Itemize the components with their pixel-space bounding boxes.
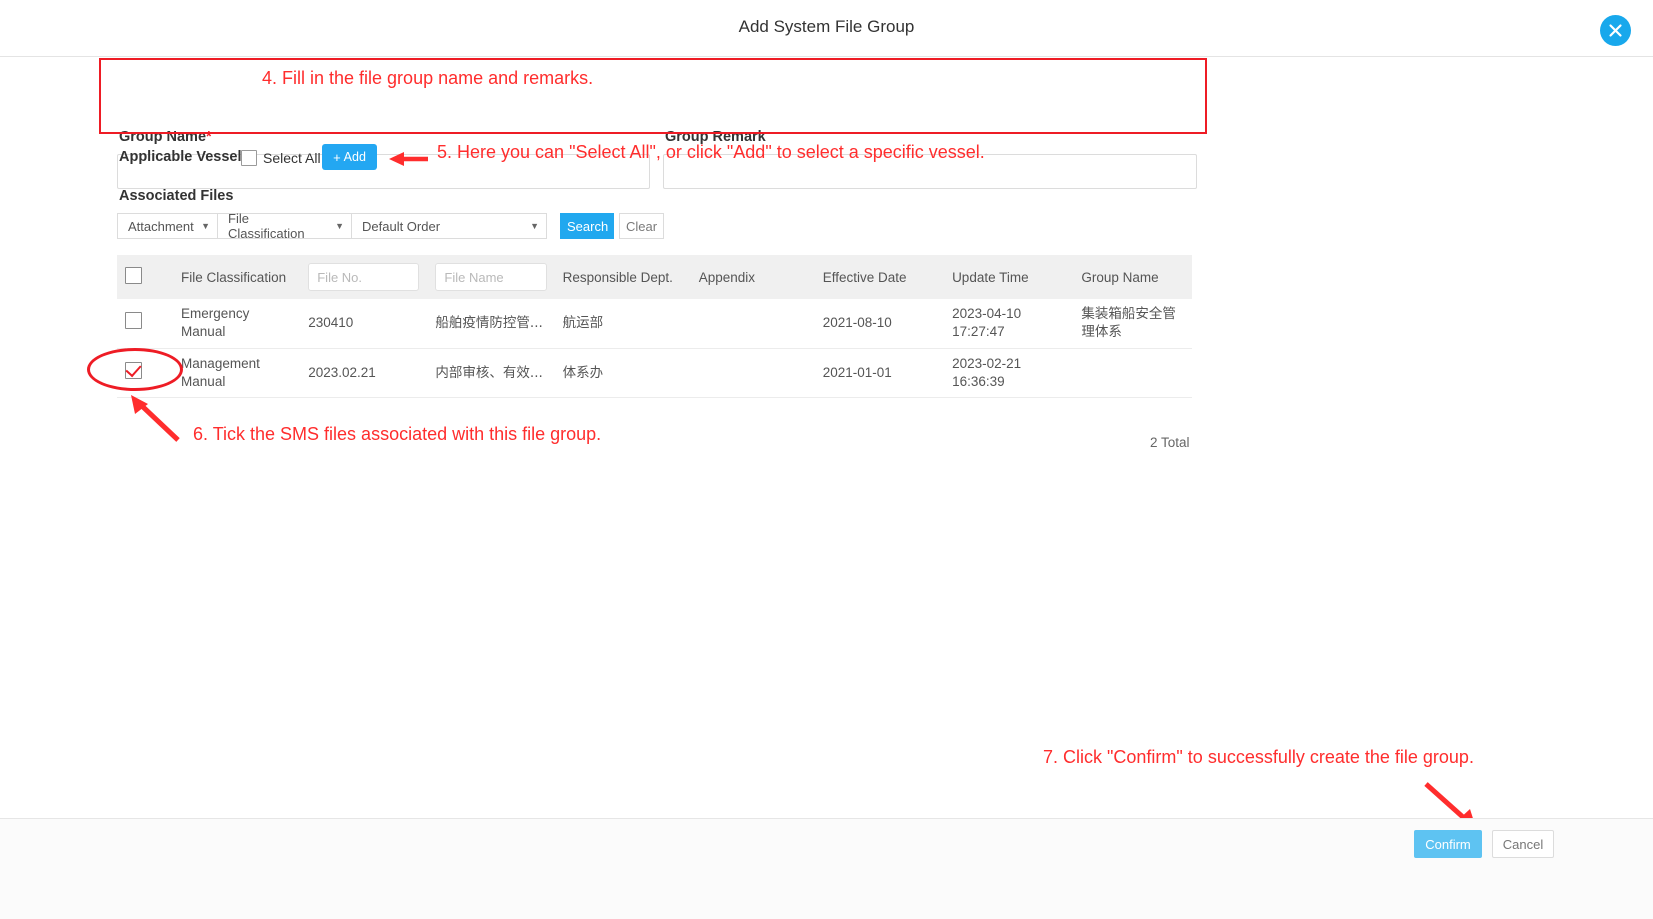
chevron-down-icon: ▼ xyxy=(201,221,210,231)
annotation-step-4: 4. Fill in the file group name and remar… xyxy=(262,68,594,88)
add-system-file-group-dialog: Add System File Group Group Name* Group … xyxy=(0,0,1653,919)
row-checkbox[interactable] xyxy=(125,312,142,330)
cell-group-name xyxy=(1073,348,1192,398)
table-row[interactable]: Management Manual 2023.02.21 内部审核、有效... … xyxy=(117,348,1192,398)
chevron-down-icon: ▼ xyxy=(335,221,344,231)
required-asterisk: * xyxy=(206,129,212,145)
cell-update-time: 2023-02-21 16:36:39 xyxy=(944,348,1074,398)
file-no-filter-input[interactable] xyxy=(308,263,420,291)
filters-bar: Attachment ▼ File Classification ▼ Defau… xyxy=(117,211,547,241)
filter-classification-value: File Classification xyxy=(228,211,305,241)
cell-file-no: 230410 xyxy=(300,299,428,349)
table-total-count: 2 Total xyxy=(1150,435,1190,450)
filter-classification-select[interactable]: File Classification ▼ xyxy=(217,211,352,241)
row-checkbox[interactable] xyxy=(125,361,142,379)
cell-appendix xyxy=(690,299,815,349)
header-effective-date: Effective Date xyxy=(814,255,945,299)
filter-attachment-select[interactable]: Attachment ▼ xyxy=(117,213,218,239)
cell-file-classification: Emergency Manual xyxy=(173,299,301,349)
cell-file-no: 2023.02.21 xyxy=(300,348,428,398)
cell-update-time: 2023-04-10 17:27:47 xyxy=(944,299,1074,349)
header-update-time: Update Time xyxy=(944,255,1074,299)
form-row: Group Name* Group Remark xyxy=(0,58,1653,189)
clear-button[interactable]: Clear xyxy=(619,213,664,239)
add-vessel-button[interactable]: + Add xyxy=(322,144,377,170)
table-header-row: File Classification Responsible Dept. Ap… xyxy=(117,255,1192,299)
header-appendix: Appendix xyxy=(690,255,815,299)
add-button-label: Add xyxy=(343,150,366,164)
table-header: File Classification Responsible Dept. Ap… xyxy=(117,255,1192,299)
cell-file-classification: Management Manual xyxy=(173,348,301,398)
cell-file-name: 船舶疫情防控管... xyxy=(427,299,555,349)
header-group-name: Group Name xyxy=(1073,255,1192,299)
group-name-label: Group Name* xyxy=(119,129,212,145)
applicable-vessels-row: Applicable Vessels Select All + Add 5. H… xyxy=(0,142,1653,176)
header-file-classification: File Classification xyxy=(173,255,301,299)
confirm-button[interactable]: Confirm xyxy=(1414,830,1482,858)
plus-icon: + xyxy=(333,149,341,165)
select-all-checkbox[interactable] xyxy=(241,150,257,166)
file-name-filter-input[interactable] xyxy=(435,263,547,291)
row-select-cell xyxy=(117,299,174,349)
table-body: Emergency Manual 230410 船舶疫情防控管... 航运部 2… xyxy=(117,299,1192,398)
annotation-step-5: 5. Here you can "Select All", or click "… xyxy=(437,142,985,162)
header-file-no-cell xyxy=(300,255,428,299)
row-select-cell xyxy=(117,348,174,398)
filter-order-value: Default Order xyxy=(362,218,441,234)
associated-files-title: Associated Files xyxy=(119,188,234,204)
group-name-label-text: Group Name xyxy=(119,129,207,145)
table-select-all-checkbox[interactable] xyxy=(125,267,142,284)
header-responsible-dept: Responsible Dept. xyxy=(554,255,691,299)
applicable-vessels-label: Applicable Vessels xyxy=(119,149,250,165)
dialog-header: Add System File Group xyxy=(0,0,1653,57)
cancel-button[interactable]: Cancel xyxy=(1492,830,1554,858)
cell-appendix xyxy=(690,348,815,398)
cell-responsible-dept: 体系办 xyxy=(554,348,691,398)
cell-effective-date: 2021-08-10 xyxy=(814,299,945,349)
cell-effective-date: 2021-01-01 xyxy=(814,348,945,398)
associated-files-table: File Classification Responsible Dept. Ap… xyxy=(117,255,1192,398)
search-button[interactable]: Search xyxy=(560,213,614,239)
header-select-all-cell xyxy=(117,255,174,299)
table-row[interactable]: Emergency Manual 230410 船舶疫情防控管... 航运部 2… xyxy=(117,299,1192,349)
select-all-label: Select All xyxy=(263,150,321,166)
header-file-name-cell xyxy=(427,255,555,299)
cell-group-name: 集装箱船安全管理体系 xyxy=(1073,299,1192,349)
close-x-glyph xyxy=(1609,24,1622,37)
annotation-step-7: 7. Click "Confirm" to successfully creat… xyxy=(1043,747,1474,767)
close-icon[interactable] xyxy=(1600,15,1631,46)
annotation-arrow-5 xyxy=(389,152,428,166)
annotation-step-6: 6. Tick the SMS files associated with th… xyxy=(193,424,602,444)
cell-responsible-dept: 航运部 xyxy=(554,299,691,349)
chevron-down-icon: ▼ xyxy=(530,221,539,231)
dialog-footer xyxy=(0,818,1653,919)
annotation-arrow-6 xyxy=(131,395,180,442)
cell-file-name: 内部审核、有效... xyxy=(427,348,555,398)
page-title: Add System File Group xyxy=(738,17,915,36)
filter-attachment-value: Attachment xyxy=(128,218,194,234)
filter-order-select[interactable]: Default Order ▼ xyxy=(351,213,547,239)
